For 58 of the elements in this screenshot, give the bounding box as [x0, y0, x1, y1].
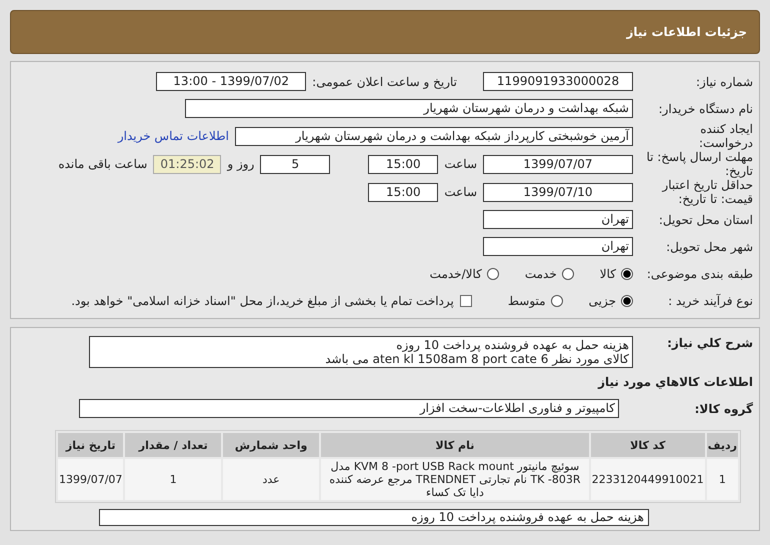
validity-date-field: 1399/07/10 [483, 182, 633, 202]
table-cell: 1 [706, 459, 738, 500]
field-label: مهلت ارسال پاسخ: تا تاریخ: [645, 150, 754, 178]
table-cell: 1 [125, 459, 222, 500]
page-title: جزئیات اطلاعات نیاز [626, 25, 747, 39]
radio-label: متوسط [508, 294, 546, 308]
field-label: شماره نیاز: [695, 74, 754, 88]
days-label: روز و [227, 157, 254, 171]
radio-label: کالا [600, 266, 616, 280]
radio-label: کالا/خدمت [430, 266, 482, 280]
radio-label: خدمت [524, 266, 557, 280]
field-label: حداقل تاریخ اعتبار قیمت: تا تاریخ: [660, 178, 754, 206]
radio-button[interactable] [562, 268, 574, 280]
column-header: تاریخ نیاز [58, 433, 124, 457]
field-label: گروه کالا: [694, 402, 754, 416]
days-field: 5 [260, 154, 330, 174]
checkbox-label: پرداخت تمام یا بخشی از مبلغ خرید،از محل "اسناد خزانه اسلامی" خواهد بود. [71, 294, 454, 308]
deadline-date-field: 1399/07/07 [483, 154, 633, 174]
remaining-label: ساعت باقی مانده [58, 157, 148, 171]
deadline-time-field: 15:00 [368, 154, 438, 174]
time-label: ساعت [444, 185, 477, 199]
checkbox[interactable] [460, 294, 472, 306]
description-field: هزینه حمل به عهده فروشنده پرداخت 10 روزه کالای مورد نظر aten kl 1508am 8 port cate 6 می باشد [89, 336, 633, 368]
city-field: تهران [483, 237, 633, 256]
table-cell: 1399/07/07 [58, 459, 124, 500]
column-header: تعداد / مقدار [125, 433, 222, 457]
table-cell: 2233120449910021 [590, 459, 705, 500]
need-number-field: 1199091933000028 [483, 72, 633, 91]
announce-date-field: 1399/07/02 - 13:00 [156, 72, 306, 91]
column-header: نام کالا [321, 433, 589, 457]
table-cell: عدد [223, 459, 320, 500]
section-heading: اطلاعات کالاهاي مورد نياز [598, 374, 754, 388]
radio-button[interactable] [486, 268, 499, 280]
column-header: ردیف [706, 433, 738, 457]
radio-button[interactable] [621, 268, 633, 280]
field-label: تاریخ و ساعت اعلان عمومی: [312, 74, 457, 88]
validity-time-field: 15:00 [368, 182, 438, 202]
province-field: تهران [483, 210, 633, 229]
radio-label: جزیی [588, 294, 616, 308]
field-label: شرح کلي نياز: [666, 336, 754, 350]
field-label: استان محل تحویل: [658, 212, 754, 226]
creator-field: آرمین خوشبختی کارپرداز شبکه بهداشت و درمان شهرستان شهریار [235, 126, 633, 146]
remaining-time-field: 01:25:02 [153, 154, 222, 174]
field-label: شهر محل تحویل: [665, 240, 754, 254]
buyer-field: شبکه بهداشت و درمان شهرستان شهریار [185, 99, 633, 118]
field-label: طبقه بندی موضوعی: [646, 266, 754, 280]
field-label: نام دستگاه خریدار: [658, 102, 754, 116]
column-header: واحد شمارش [223, 433, 320, 457]
note-field: هزینه حمل به عهده فروشنده پرداخت 10 روزه [99, 509, 649, 526]
radio-button[interactable] [621, 294, 633, 306]
column-header: کد کالا [590, 433, 705, 457]
goods-group-field: کامپیوتر و فناوری اطلاعات-سخت افزار [79, 399, 619, 418]
field-label: نوع فرآیند خرید : [667, 294, 754, 308]
time-label: ساعت [444, 157, 477, 171]
field-label: ایجاد کننده درخواست: [698, 122, 754, 150]
radio-button[interactable] [550, 294, 563, 306]
contact-link[interactable]: اطلاعات تماس خریدار [118, 129, 229, 143]
table-cell: سوئیچ مانیتور KVM 8 -port USB Rack mount مدل TK -803R نام تجارتی TRENDNET مرجع عرضه کننده دایا تک کساء [321, 459, 589, 500]
